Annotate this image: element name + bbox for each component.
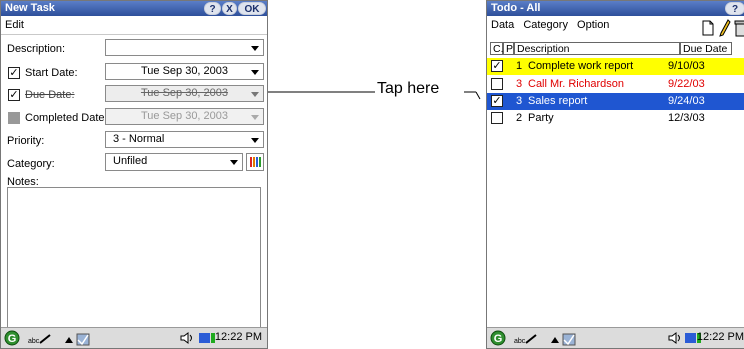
keyboard-pen-icon[interactable]: abc <box>28 333 52 345</box>
status-bar: G abc 12:22 PM <box>1 327 267 348</box>
category-colors-icon <box>250 157 261 167</box>
column-header-due-date[interactable]: Due Date <box>680 42 732 55</box>
help-button[interactable]: ? <box>204 2 221 15</box>
row-checkbox[interactable] <box>491 112 503 124</box>
notes-textarea[interactable] <box>7 187 261 328</box>
start-date-checkbox[interactable]: ✓ <box>8 67 20 79</box>
svg-text:G: G <box>494 333 503 345</box>
due-date-picker[interactable]: Tue Sep 30, 2003 <box>105 85 264 102</box>
home-icon[interactable]: G <box>490 330 506 346</box>
connection-icon[interactable] <box>198 331 216 345</box>
category-colors-button[interactable] <box>246 153 264 171</box>
column-header-priority[interactable]: P <box>503 42 514 55</box>
menu-data[interactable]: Data <box>491 19 514 31</box>
todo-row[interactable]: ✓ 1 Complete work report 9/10/03 <box>487 58 744 75</box>
category-label: Category: <box>7 158 55 170</box>
keyboard-pen-icon[interactable]: abc <box>514 333 538 345</box>
menu-option[interactable]: Option <box>577 19 609 31</box>
chevron-down-icon <box>251 70 259 75</box>
clock: 12:22 PM <box>696 331 744 343</box>
menu-edit[interactable]: Edit <box>5 19 24 31</box>
window-title: Todo - All <box>487 1 744 16</box>
description-input[interactable] <box>105 39 264 56</box>
start-date-label: Start Date: <box>25 67 78 79</box>
column-header-description[interactable]: Description <box>514 42 680 55</box>
new-document-icon[interactable] <box>701 20 715 36</box>
clock: 12:22 PM <box>214 331 262 343</box>
speaker-icon[interactable] <box>179 331 195 345</box>
description-label: Description: <box>7 43 66 55</box>
priority-select[interactable]: 3 - Normal <box>105 131 264 148</box>
chevron-down-icon <box>251 92 259 97</box>
svg-text:abc: abc <box>514 338 526 345</box>
todo-row[interactable]: 3 Call Mr. Richardson 9/22/03 <box>487 76 744 93</box>
input-options-icon[interactable] <box>63 332 91 346</box>
new-task-window: New Task ? X OK Edit Description: ✓ Star… <box>0 0 268 349</box>
category-select[interactable]: Unfiled <box>105 153 243 171</box>
help-button[interactable]: ? <box>725 2 744 15</box>
menu-bar: Edit <box>1 16 267 35</box>
edit-pencil-icon[interactable] <box>719 19 731 37</box>
column-header-complete[interactable]: C. <box>490 42 504 55</box>
due-date-checkbox[interactable]: ✓ <box>8 89 20 101</box>
row-checkbox[interactable]: ✓ <box>491 60 503 72</box>
todo-window: Todo - All ? Data Category Option C. P D… <box>486 0 744 349</box>
completed-date-checkbox[interactable] <box>8 112 20 124</box>
callout-label: Tap here <box>377 80 440 97</box>
svg-text:G: G <box>8 333 17 345</box>
completed-date-label: Completed Date: <box>25 112 108 124</box>
todo-row[interactable]: ✓ 3 Sales report 9/24/03 <box>487 93 744 110</box>
todo-row[interactable]: 2 Party 12/3/03 <box>487 110 744 127</box>
due-date-label: Due Date: <box>25 89 75 101</box>
priority-label: Priority: <box>7 135 45 147</box>
home-icon[interactable]: G <box>4 330 20 346</box>
ok-button[interactable]: OK <box>238 2 266 15</box>
row-checkbox[interactable]: ✓ <box>491 95 503 107</box>
chevron-down-icon <box>251 46 259 51</box>
delete-trash-icon[interactable] <box>734 19 744 37</box>
chevron-down-icon <box>230 160 238 165</box>
close-button[interactable]: X <box>222 2 237 15</box>
input-options-icon[interactable] <box>549 332 577 346</box>
row-checkbox[interactable] <box>491 78 503 90</box>
completed-date-picker[interactable]: Tue Sep 30, 2003 <box>105 108 264 125</box>
status-bar: G abc 12:22 PM <box>487 327 744 348</box>
menu-category[interactable]: Category <box>523 19 568 31</box>
chevron-down-icon <box>251 138 259 143</box>
svg-text:abc: abc <box>28 338 40 345</box>
chevron-down-icon <box>251 115 259 120</box>
speaker-icon[interactable] <box>667 331 683 345</box>
start-date-picker[interactable]: Tue Sep 30, 2003 <box>105 63 264 80</box>
